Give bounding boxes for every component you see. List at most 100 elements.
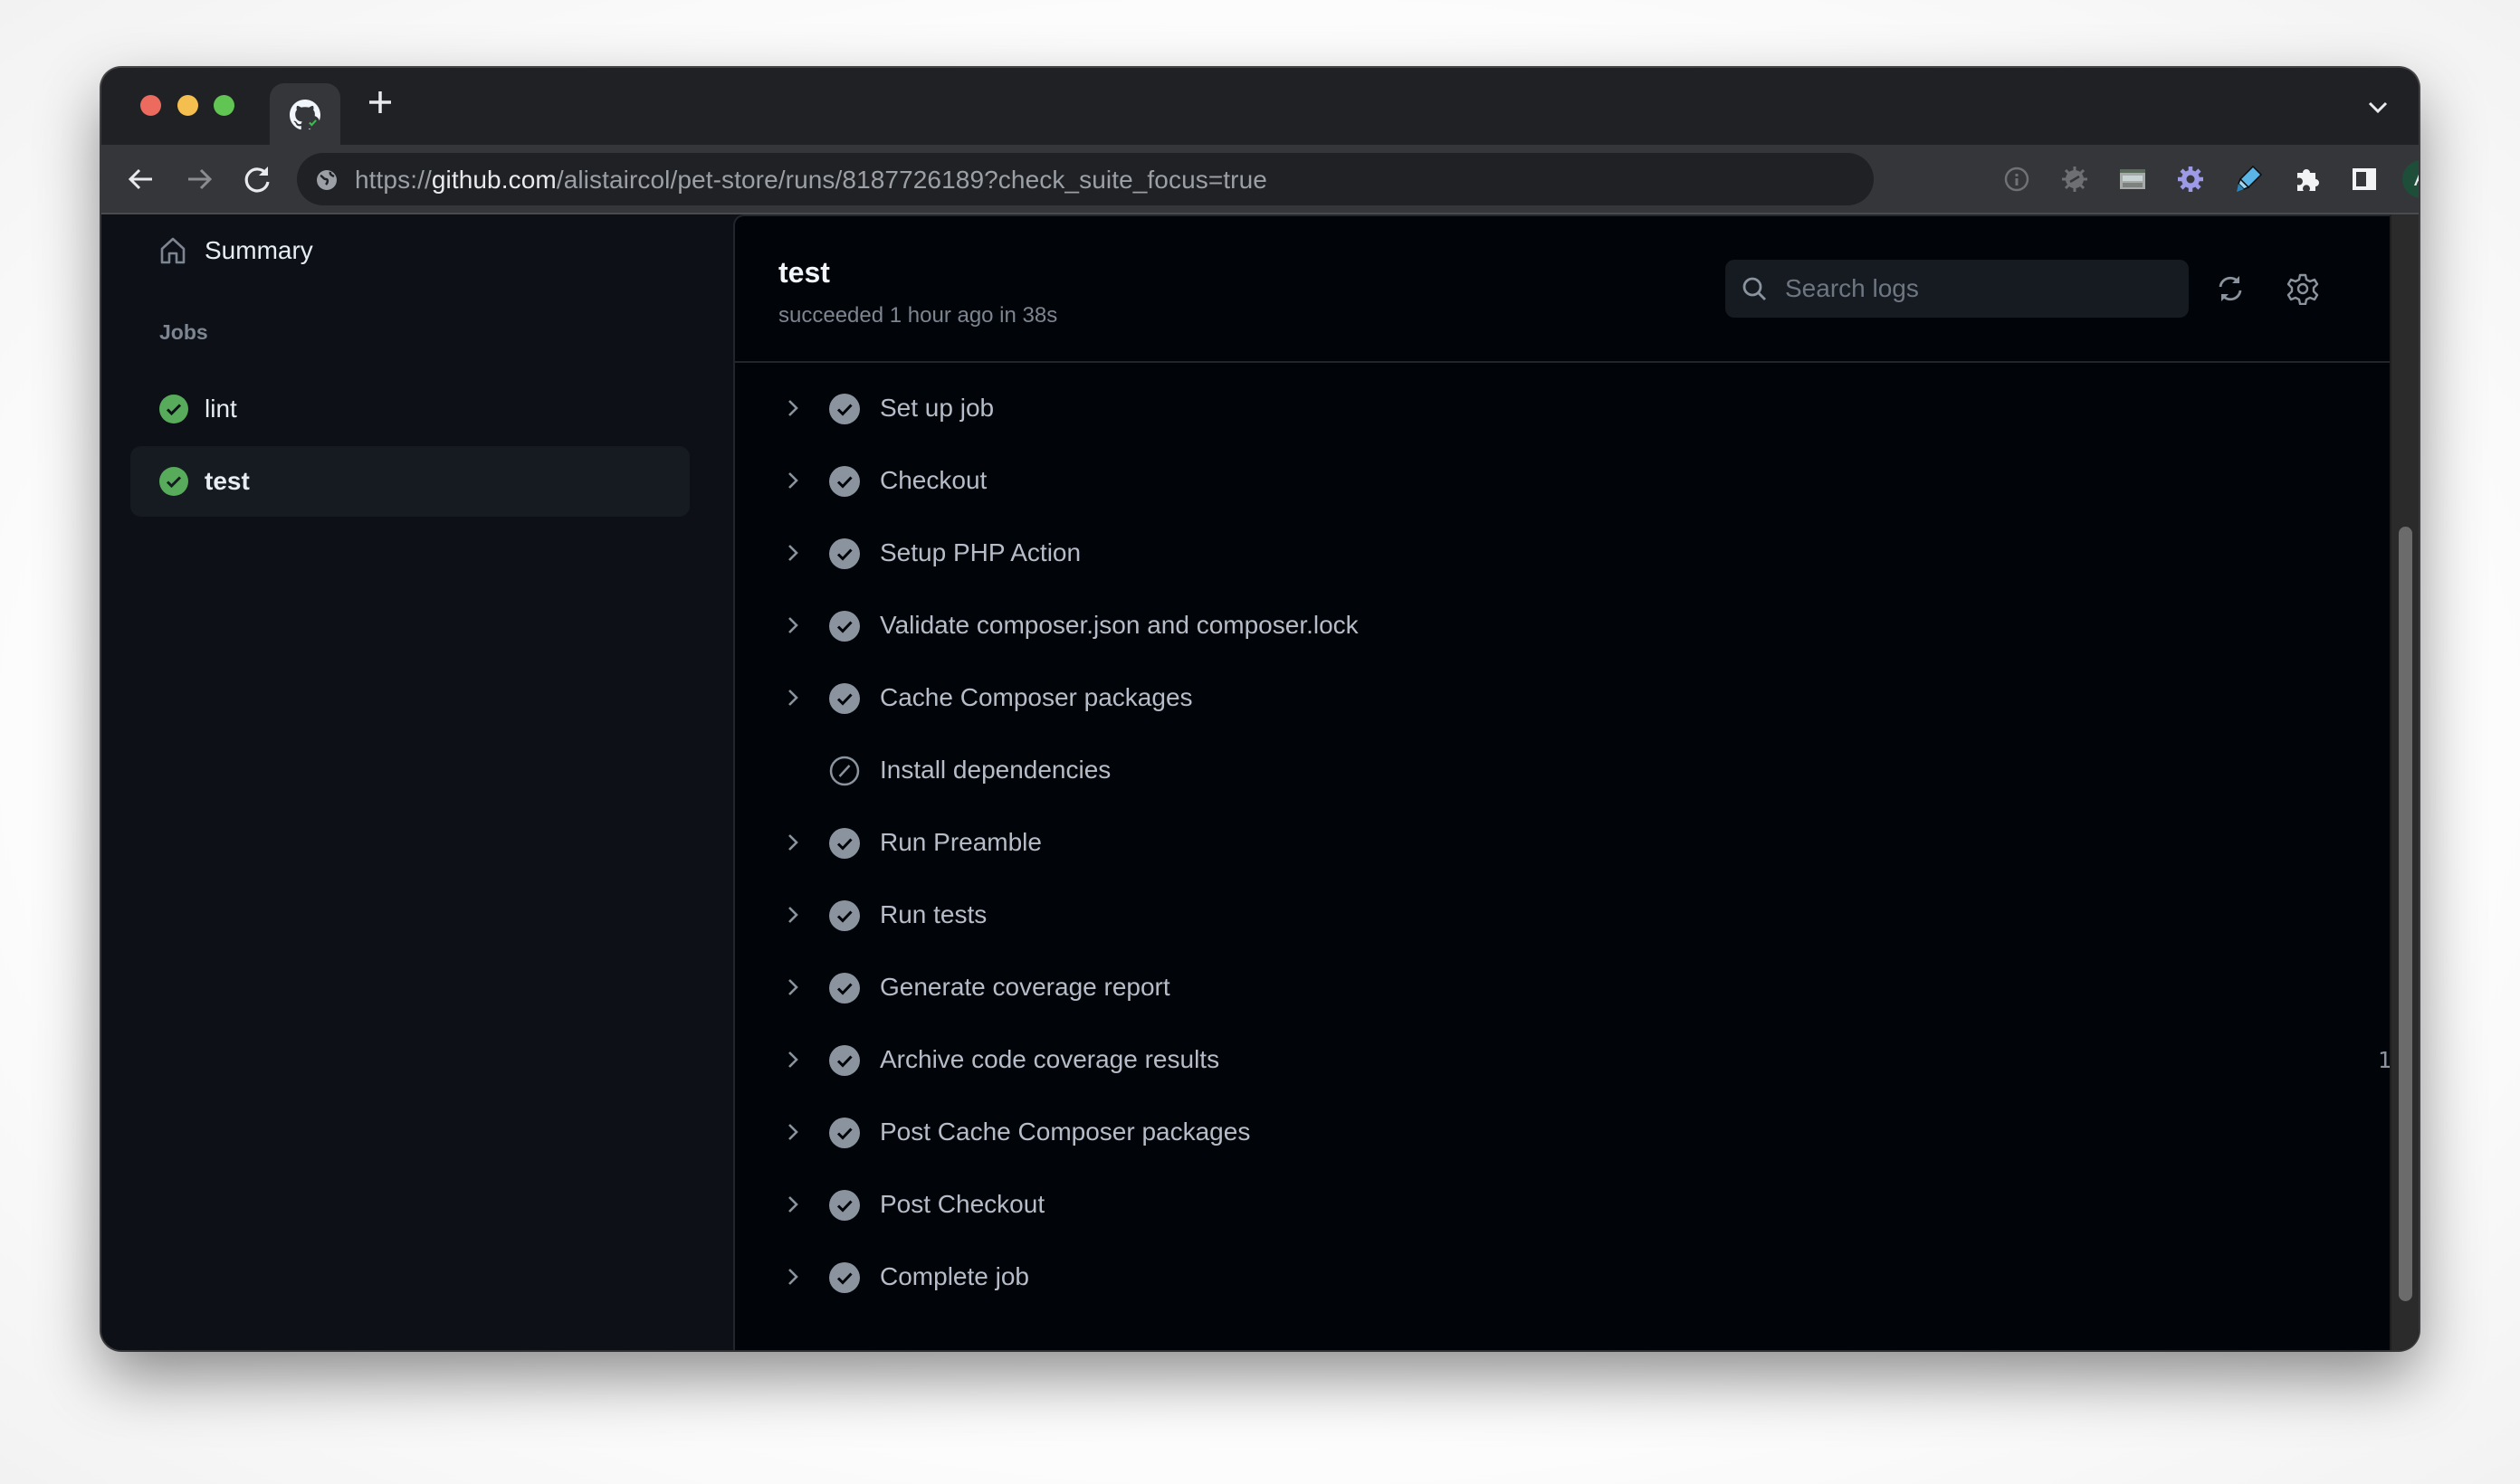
zoom-window-button[interactable] bbox=[214, 95, 234, 116]
url-scheme: https:// bbox=[355, 166, 432, 194]
job-step-row: Install dependencies0s bbox=[735, 734, 2419, 806]
step-name: Generate coverage report bbox=[880, 973, 1170, 1001]
job-step-row[interactable]: Complete job0s bbox=[735, 1241, 2419, 1313]
job-step-row[interactable]: Post Cache Composer packages2s bbox=[735, 1096, 2419, 1168]
step-name: Validate composer.json and composer.lock bbox=[880, 611, 1359, 639]
chevron-right-icon[interactable] bbox=[780, 975, 806, 1000]
job-step-row[interactable]: Run tests4s bbox=[735, 879, 2419, 951]
check-circle-icon bbox=[829, 973, 860, 1004]
check-circle-success-icon bbox=[159, 467, 188, 496]
step-name: Post Checkout bbox=[880, 1190, 1045, 1218]
sidebar-item-label: Summary bbox=[205, 236, 313, 264]
bug-extension-icon[interactable] bbox=[2058, 163, 2091, 195]
back-button[interactable] bbox=[123, 161, 159, 197]
browser-toolbar: https://github.com/alistaircol/pet-store… bbox=[101, 145, 2419, 214]
step-name: Cache Composer packages bbox=[880, 683, 1193, 711]
url-text[interactable]: https://github.com/alistaircol/pet-store… bbox=[355, 166, 1267, 195]
check-circle-icon bbox=[829, 611, 860, 642]
job-step-row[interactable]: Generate coverage report4s bbox=[735, 951, 2419, 1023]
step-name: Archive code coverage results bbox=[880, 1045, 1220, 1073]
job-title: test bbox=[778, 256, 830, 289]
job-step-row[interactable]: Run Preamble0s bbox=[735, 806, 2419, 879]
job-label: lint bbox=[205, 395, 237, 423]
check-circle-icon bbox=[829, 828, 860, 859]
step-name: Setup PHP Action bbox=[880, 538, 1082, 566]
search-icon bbox=[1742, 277, 1766, 300]
job-step-row[interactable]: Cache Composer packages3s bbox=[735, 661, 2419, 734]
chevron-right-icon[interactable] bbox=[780, 1192, 806, 1217]
job-step-row[interactable]: Set up job5s bbox=[735, 372, 2419, 444]
chevron-right-icon[interactable] bbox=[780, 685, 806, 710]
skipped-icon bbox=[829, 756, 860, 786]
step-name: Complete job bbox=[880, 1262, 1029, 1290]
chevron-right-icon[interactable] bbox=[780, 468, 806, 493]
workflow-sidebar: Summary Jobs lint test bbox=[101, 214, 735, 1350]
search-logs-field[interactable] bbox=[1725, 260, 2189, 318]
settings-gear-button[interactable] bbox=[2286, 272, 2319, 305]
chevron-right-icon[interactable] bbox=[780, 540, 806, 566]
gear-extension-icon[interactable] bbox=[2174, 163, 2207, 195]
site-info-icon[interactable] bbox=[315, 168, 339, 192]
home-icon bbox=[160, 237, 186, 264]
check-circle-icon bbox=[829, 683, 860, 714]
job-log-panel: test succeeded 1 hour ago in 38s Set up … bbox=[733, 214, 2419, 1350]
check-circle-icon bbox=[829, 394, 860, 424]
job-step-row[interactable]: Archive code coverage results11s bbox=[735, 1023, 2419, 1096]
refresh-button[interactable] bbox=[2214, 272, 2247, 305]
job-steps-list: Set up job5sCheckout2sSetup PHP Action2s… bbox=[735, 372, 2419, 1313]
screenshot-extension-icon[interactable] bbox=[2116, 163, 2149, 195]
highlighter-extension-icon[interactable] bbox=[2232, 163, 2265, 195]
plus-icon bbox=[369, 91, 391, 113]
close-window-button[interactable] bbox=[140, 95, 161, 116]
job-step-row[interactable]: Checkout2s bbox=[735, 444, 2419, 517]
chevron-right-icon[interactable] bbox=[780, 830, 806, 855]
chevron-right-icon[interactable] bbox=[780, 1119, 806, 1145]
url-host: github.com bbox=[431, 166, 557, 194]
new-tab-button[interactable] bbox=[362, 84, 398, 120]
address-bar[interactable]: https://github.com/alistaircol/pet-store… bbox=[297, 153, 1874, 205]
sidebar-job-lint[interactable]: lint bbox=[130, 374, 690, 444]
browser-tab-active[interactable] bbox=[270, 83, 340, 145]
reload-button[interactable] bbox=[239, 161, 275, 197]
check-circle-icon bbox=[829, 900, 860, 931]
chevron-down-icon bbox=[2368, 101, 2388, 114]
side-panel-icon[interactable] bbox=[2348, 163, 2381, 195]
puzzle-extensions-icon[interactable] bbox=[2290, 163, 2323, 195]
forward-button[interactable] bbox=[181, 161, 217, 197]
job-step-row[interactable]: Setup PHP Action2s bbox=[735, 517, 2419, 589]
profile-avatar[interactable]: A bbox=[2402, 160, 2419, 198]
page-scrollbar[interactable] bbox=[2390, 214, 2419, 1350]
check-circle-icon bbox=[829, 1190, 860, 1221]
chevron-right-icon[interactable] bbox=[780, 902, 806, 928]
chevron-right-icon[interactable] bbox=[780, 395, 806, 421]
check-circle-icon bbox=[829, 1262, 860, 1293]
github-favicon-icon bbox=[290, 100, 320, 130]
scrollbar-thumb[interactable] bbox=[2399, 527, 2412, 1301]
jobs-heading: Jobs bbox=[159, 320, 208, 344]
job-step-row[interactable]: Validate composer.json and composer.lock… bbox=[735, 589, 2419, 661]
step-name: Run Preamble bbox=[880, 828, 1042, 856]
job-label: test bbox=[205, 467, 250, 495]
step-name: Post Cache Composer packages bbox=[880, 1118, 1251, 1146]
step-name: Install dependencies bbox=[880, 756, 1112, 784]
sidebar-job-test[interactable]: test bbox=[130, 446, 690, 517]
chevron-right-icon[interactable] bbox=[780, 613, 806, 638]
minimize-window-button[interactable] bbox=[177, 95, 198, 116]
chevron-right-icon[interactable] bbox=[780, 1264, 806, 1289]
check-circle-icon bbox=[829, 1045, 860, 1076]
step-name: Run tests bbox=[880, 900, 988, 928]
check-circle-icon bbox=[829, 466, 860, 497]
tab-search-button[interactable] bbox=[2364, 93, 2391, 120]
job-step-row[interactable]: Post Checkout0s bbox=[735, 1168, 2419, 1241]
tab-strip bbox=[101, 68, 2419, 145]
step-name: Checkout bbox=[880, 466, 988, 494]
search-logs-input[interactable] bbox=[1783, 273, 2167, 304]
check-circle-success-icon bbox=[159, 395, 188, 423]
check-circle-icon bbox=[829, 1118, 860, 1148]
sidebar-item-summary[interactable]: Summary bbox=[130, 222, 692, 280]
url-path: /alistaircol/pet-store/runs/8187726189?c… bbox=[556, 166, 1267, 194]
page-content: Summary Jobs lint test test succeeded 1 … bbox=[101, 214, 2419, 1350]
info-icon[interactable] bbox=[2000, 163, 2033, 195]
chevron-right-icon[interactable] bbox=[780, 1047, 806, 1072]
check-circle-icon bbox=[829, 538, 860, 569]
